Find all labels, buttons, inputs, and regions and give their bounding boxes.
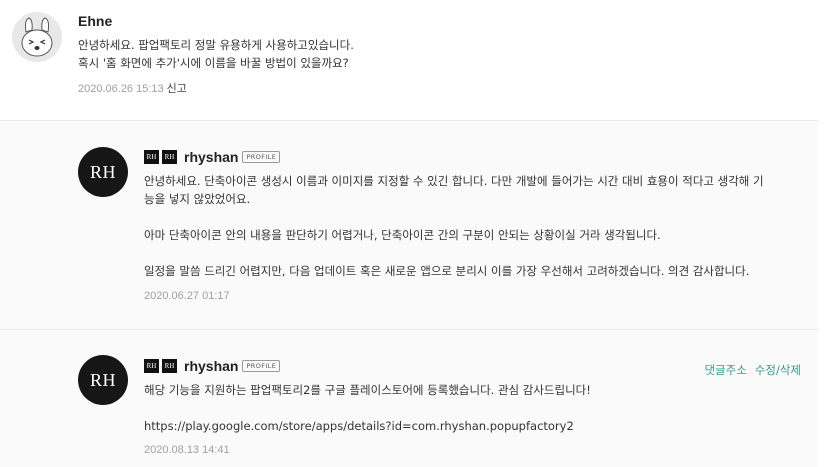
report-link[interactable]: 신고 (167, 82, 187, 95)
comment-date: 2020.06.26 15:13 (78, 83, 164, 95)
comment-line (144, 208, 784, 226)
badge-icon: RH (144, 359, 159, 373)
comment-meta: 2020.06.26 15:13 신고 (78, 80, 187, 96)
badge-icon: RH (162, 359, 177, 373)
comment-body: 안녕하세요. 단축아이콘 생성시 이름과 이미지를 지정할 수 있긴 합니다. … (144, 172, 784, 280)
comment-line: 안녕하세요. 팝업팩토리 정말 유용하게 사용하고있습니다. (78, 38, 354, 52)
comment-line: 해당 기능을 지원하는 팝업팩토리2를 구글 플레이스토어에 등록했습니다. 관… (144, 383, 591, 397)
comment-address-link[interactable]: 댓글주소 (704, 362, 746, 378)
comment-body: 안녕하세요. 팝업팩토리 정말 유용하게 사용하고있습니다. 혹시 '홈 화면에… (78, 36, 354, 72)
comment-body: 해당 기능을 지원하는 팝업팩토리2를 구글 플레이스토어에 등록했습니다. 관… (144, 381, 784, 435)
author-row: RH RH rhyshan PROFILE (144, 149, 281, 165)
reply-item: RH RH RH rhyshan PROFILE 안녕하세요. 단축아이콘 생성… (0, 122, 818, 330)
comment-line: 아마 단축아이콘 안의 내용을 판단하기 어렵거나, 단축아이콘 간의 구분이 … (144, 228, 661, 242)
reply-item: RH RH RH rhyshan PROFILE 댓글주소 수정/삭제 해당 기… (0, 331, 818, 467)
comment-date: 2020.08.13 14:41 (144, 444, 230, 456)
store-link[interactable]: https://play.google.com/store/apps/detai… (144, 417, 784, 435)
avatar[interactable] (12, 12, 62, 62)
edit-delete-link[interactable]: 수정/삭제 (755, 362, 801, 378)
avatar[interactable]: RH (78, 147, 128, 197)
avatar[interactable]: RH (78, 355, 128, 405)
comment-list: Ehne 안녕하세요. 팝업팩토리 정말 유용하게 사용하고있습니다. 혹시 '… (0, 0, 831, 467)
comment-line: 일정을 말씀 드리긴 어렵지만, 다음 업데이트 혹은 새로운 앱으로 분리시 … (144, 264, 750, 278)
comment-line: 능을 넣지 않았었어요. (144, 192, 251, 206)
comment-line (144, 244, 784, 262)
profile-tag[interactable]: PROFILE (242, 360, 281, 372)
comment-author: Ehne (78, 13, 113, 29)
profile-tag[interactable]: PROFILE (242, 151, 281, 163)
comment-author[interactable]: rhyshan (184, 149, 238, 165)
comment-line: 혹시 '홈 화면에 추가'시에 이름을 바꿀 방법이 있을까요? (78, 56, 349, 70)
author-row: RH RH rhyshan PROFILE (144, 358, 281, 374)
cat-avatar-icon (12, 12, 62, 62)
comment-line: 안녕하세요. 단축아이콘 생성시 이름과 이미지를 지정할 수 있긴 합니다. … (144, 174, 764, 188)
comment-date: 2020.06.27 01:17 (144, 290, 230, 302)
comment-line (144, 399, 784, 417)
badge-icon: RH (144, 150, 159, 164)
comment-item: Ehne 안녕하세요. 팝업팩토리 정말 유용하게 사용하고있습니다. 혹시 '… (0, 0, 818, 121)
comment-author[interactable]: rhyshan (184, 358, 238, 374)
badge-icon: RH (162, 150, 177, 164)
comment-actions: 댓글주소 수정/삭제 (704, 362, 801, 378)
